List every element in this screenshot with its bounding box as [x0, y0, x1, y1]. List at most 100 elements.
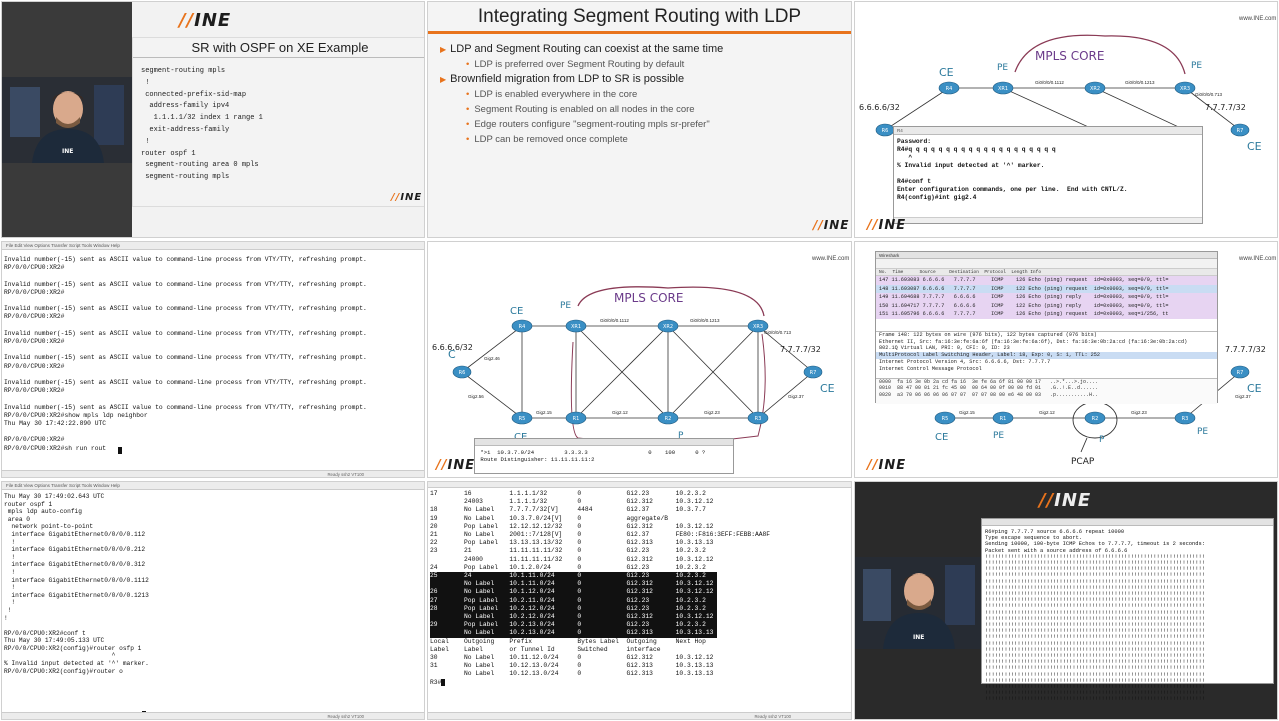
svg-text:INE: INE	[913, 634, 924, 641]
svg-text:Gig2.23: Gig2.23	[704, 410, 720, 415]
triangle-bullet-icon: ▶	[440, 45, 447, 54]
slide-title: SR with OSPF on XE Example	[191, 40, 369, 55]
packet-row[interactable]: 150 11.694717 7.7.7.7 6.6.6.6 ICMP 122 E…	[876, 301, 1217, 310]
wireshark-toolbar[interactable]	[876, 259, 1217, 269]
ine-logo: //INE	[867, 218, 907, 233]
ine-logo: //INE	[1039, 490, 1092, 511]
svg-text:R6: R6	[882, 128, 889, 134]
svg-text:R3: R3	[755, 416, 762, 422]
wireshark-window[interactable]: Wireshark No. Time Source Destination Pr…	[875, 251, 1218, 404]
svg-text:P: P	[1099, 435, 1105, 445]
svg-text:CE: CE	[510, 306, 523, 317]
thumbnail-sr-ospf-slide[interactable]: INE //INE SR with OSPF on XE Example seg…	[1, 1, 425, 238]
svg-text:R7: R7	[1237, 128, 1244, 134]
packet-row[interactable]: 151 11.695796 6.6.6.6 7.7.7.7 ICMP 126 E…	[876, 310, 1217, 319]
table-row: 21 No Label 2001::7/128[V] 0 Gi2.37 FE80…	[430, 531, 771, 539]
dot-icon: •	[466, 89, 470, 100]
thumbnail-ldp-slide[interactable]: Integrating Segment Routing with LDP ▶ LD…	[427, 1, 852, 238]
svg-text:XR2: XR2	[1090, 86, 1100, 92]
packet-row-selected[interactable]: 148 11.693087 6.6.6.6 7.7.7.7 ICMP 122 E…	[876, 284, 1217, 293]
svg-text:Gi0/0/0/0.1112: Gi0/0/0/0.1112	[1035, 80, 1064, 85]
video-thumbnail-grid: INE //INE SR with OSPF on XE Example seg…	[0, 0, 1279, 721]
packet-row[interactable]: 147 11.693083 6.6.6.6 7.7.7.7 ICMP 126 E…	[876, 276, 1217, 285]
thumbnail-xr2-terminal[interactable]: File Edit View Options Transfer Script T…	[1, 241, 425, 478]
svg-text:Gig2.56: Gig2.56	[468, 394, 484, 399]
table-row-highlighted: 27 Pop Label 10.2.11.0/24 0 Gi2.23 10.2.…	[430, 596, 718, 605]
svg-text:R7: R7	[1237, 370, 1244, 376]
bullet-list: ▶ LDP and Segment Routing can coexist at …	[440, 42, 723, 147]
ine-logo: //INE	[436, 458, 476, 473]
detail-row[interactable]: Internet Control Message Protocol	[876, 366, 1217, 373]
svg-text:PCAP: PCAP	[1071, 457, 1095, 467]
table-row: 23 21 11.11.11.11/32 0 Gi2.23 10.2.3.2	[430, 547, 706, 555]
svg-text:7.7.7.7/32: 7.7.7.7/32	[1205, 103, 1246, 112]
dot-icon: •	[466, 134, 470, 145]
dot-icon: •	[466, 119, 470, 130]
table-row-highlighted: No Label 10.2.12.0/24 0 Gi2.312 10.3.12.…	[430, 613, 718, 622]
terminal-titlebar: R4	[894, 127, 1202, 135]
bytes-row: 0020 a3 70 06 06 06 06 07 07 07 07 08 00…	[879, 391, 1099, 398]
terminal-window[interactable]: R6#ping 7.7.7.7 source 6.6.6.6 repeat 10…	[981, 518, 1274, 702]
mpls-core-label: MPLS CORE	[614, 291, 683, 305]
table-row-highlighted: 29 Pop Label 10.2.13.0/24 0 Gi2.23 10.2.…	[430, 621, 718, 630]
table-row: 20 Pop Label 12.12.12.12/32 0 Gi2.312 10…	[430, 522, 714, 530]
bullet: ▶ Brownfield migration from LDP to SR is …	[440, 73, 685, 85]
detail-row[interactable]: Frame 148: 122 bytes on wire (976 bits),…	[876, 332, 1217, 339]
svg-text:Gi0/0/0/0.1112: Gi0/0/0/0.1112	[600, 318, 629, 323]
svg-text:R4: R4	[946, 86, 953, 92]
ine-logo-small: //INE	[391, 192, 423, 203]
slide-divider	[133, 57, 424, 58]
svg-text:XR3: XR3	[753, 324, 763, 330]
sub-bullet: • Segment Routing is enabled on all nodes…	[466, 104, 695, 115]
svg-text:Gi0/0/0/0.713: Gi0/0/0/0.713	[1195, 92, 1223, 97]
svg-text:R2: R2	[1092, 416, 1099, 422]
svg-text:PE: PE	[997, 63, 1008, 73]
packet-bytes-pane: 0000 fa 16 3e 0b 2a cd fa 16 3e fe 6a 6f…	[876, 378, 1217, 404]
terminal-statusbar: Ready ssh2 VT100	[2, 470, 424, 477]
terminal-output: R6#ping 7.7.7.7 source 6.6.6.6 repeat 10…	[985, 529, 1205, 703]
svg-text:XR1: XR1	[998, 86, 1008, 92]
triangle-bullet-icon: ▶	[440, 75, 447, 84]
detail-row[interactable]: Ethernet II, Src: fa:16:3e:fe:6a:6f (fa:…	[876, 339, 1217, 346]
terminal-menubar[interactable]: File Edit View Options Transfer Script T…	[2, 242, 424, 250]
svg-text:PE: PE	[993, 431, 1004, 441]
svg-text:7.7.7.7/32: 7.7.7.7/32	[1225, 345, 1266, 354]
svg-text:7.7.7.7/32: 7.7.7.7/32	[780, 345, 821, 354]
packet-details-pane[interactable]: Frame 148: 122 bytes on wire (976 bits),…	[876, 331, 1217, 376]
thumbnail-wireshark[interactable]: www.INE.com R5R1 R2R3 R7 CE PE P PE CE	[854, 241, 1278, 478]
terminal-window[interactable]: *>i 10.3.7.0/24 3.3.3.3 0 100 0 ? Route …	[474, 438, 734, 474]
thumbnail-topology-diagram[interactable]: www.INE.com R4 XR1 XR2 XR3 R6 R5 R1 R2 R…	[427, 241, 852, 478]
svg-text:R5: R5	[519, 416, 526, 422]
table-row: 31 No Label 10.12.13.0/24 0 Gi2.313 10.3…	[430, 662, 714, 670]
thumbnail-mpls-forwarding[interactable]: 17 16 1.1.1.1/32 0 Gi2.23 10.2.3.2 24003…	[427, 481, 852, 720]
thumbnail-ping-terminal[interactable]: //INE INE R6#ping 7.7.7.7 source 6.6.6.6…	[854, 481, 1278, 720]
table-row: 17 16 1.1.1.1/32 0 Gi2.23 10.2.3.2	[430, 490, 706, 497]
packet-list-header: No. Time Source Destination Protocol Len…	[876, 269, 1217, 276]
terminal-menubar[interactable]	[428, 482, 851, 488]
svg-text:Gig2.12: Gig2.12	[612, 410, 628, 415]
table-row-highlighted: 25 24 10.1.11.0/24 0 Gi2.23 10.2.3.2	[430, 572, 718, 581]
prompt-row: R3#	[430, 678, 770, 687]
wireshark-titlebar: Wireshark	[876, 252, 1217, 259]
detail-row[interactable]: 802.1Q Virtual LAN, PRI: 0, CFI: 0, ID: …	[876, 345, 1217, 352]
table-row: No Label 10.12.13.0/24 0 Gi2.313 10.3.13…	[430, 670, 714, 678]
svg-text:CE: CE	[939, 66, 954, 79]
thumbnail-topology-terminal[interactable]: www.INE.com R4 XR1 XR2 XR3 R6 R7 MPLS CORE C…	[854, 1, 1278, 238]
detail-row-selected[interactable]: MultiProtocol Label Switching Header, La…	[876, 352, 1217, 359]
config-code: segment-routing mpls ! connected-prefix-…	[141, 67, 263, 182]
mpls-core-label: MPLS CORE	[1035, 49, 1104, 63]
terminal-titlebar	[475, 439, 733, 446]
svg-text:XR2: XR2	[663, 324, 673, 330]
thumbnail-xr2-ospf-terminal[interactable]: File Edit View Options Transfer Script T…	[1, 481, 425, 720]
table-row: 24 Pop Label 10.1.2.0/24 0 Gi2.23 10.2.3…	[430, 563, 706, 571]
packet-row[interactable]: 149 11.694688 7.7.7.7 6.6.6.6 ICMP 126 E…	[876, 293, 1217, 302]
svg-text:INE: INE	[62, 148, 73, 155]
svg-text:PE: PE	[1197, 427, 1208, 437]
terminal-statusbar: Ready ssh2 VT100	[2, 712, 424, 719]
terminal-window[interactable]: R4 Password: R4#q q q q q q q q q q q q …	[893, 126, 1203, 224]
table-row-highlighted: No Label 10.1.11.0/24 0 Gi2.312 10.3.12.…	[430, 580, 718, 589]
detail-row[interactable]: Internet Protocol Version 4, Src: 6.6.6.…	[876, 359, 1217, 366]
table-row: 30 No Label 10.11.12.0/24 0 Gi2.312 10.3…	[430, 654, 714, 662]
svg-text:R2: R2	[665, 416, 672, 422]
terminal-menubar[interactable]: File Edit View Options Transfer Script T…	[2, 482, 424, 490]
